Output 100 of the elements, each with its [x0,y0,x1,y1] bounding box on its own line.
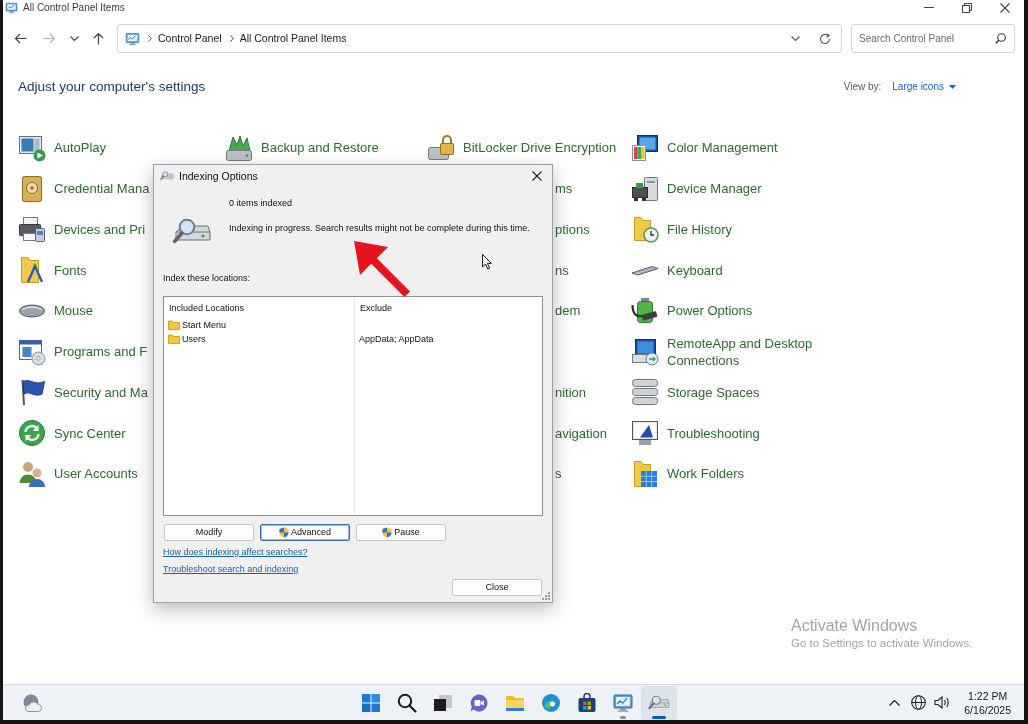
applet-link[interactable]: Device Manager [631,174,762,203]
backup-drive-icon [225,133,253,162]
folder-clock-icon [631,215,659,244]
close-icon [532,171,542,181]
minimize-icon [924,7,934,8]
applet-link[interactable]: Work Folders [631,459,745,488]
monitor-chart-icon [613,692,633,713]
monitor-chart-icon [5,1,18,14]
page-heading: Adjust your computer's settings [18,78,206,96]
applet-link[interactable]: RemoteApp and Desktop Connections [631,334,827,369]
activation-message: Go to Settings to activate Windows. [791,635,973,651]
locations-label: Index these locations: [163,272,251,284]
monitor-icon [631,419,659,448]
applet-link[interactable]: Programs and F [18,337,148,366]
keyboard-icon [631,264,659,276]
dialog-button[interactable]: Modify [164,524,254,541]
drive-magnifier-icon [172,218,212,246]
applet-link[interactable]: Credential Mana [18,174,150,203]
applet-link[interactable]: dem [555,302,581,320]
applet-link[interactable]: Power Options [631,296,753,325]
weather-icon [22,692,42,713]
column-header: Exclude [360,303,393,313]
dialog-button[interactable]: Pause [356,524,446,541]
drive-lock-icon [427,133,455,162]
chevron-down-icon [69,36,79,41]
clock-time[interactable]: 1:22 PM [964,688,1011,703]
globe-icon [910,695,926,710]
index-status-text: 0 items indexed [229,197,294,209]
applet-link[interactable]: Color Management [631,133,778,162]
arrow-up-icon [92,32,104,45]
view-by-label: View by: [843,80,882,94]
caret-down-icon [949,85,956,89]
folder-icon [168,334,180,344]
applet-link[interactable]: BitLocker Drive Encryption [427,133,617,162]
search-field[interactable]: Search Control Panel [851,24,1015,53]
monitor-play-icon [18,133,46,162]
drive-magnifier-icon [160,171,174,181]
mouse-pointer-icon [482,254,492,270]
breadcrumb-link[interactable]: All Control Panel Items [239,31,347,46]
excluded-folders: AppData; AppData [359,333,434,345]
applet-link[interactable]: nition [555,383,587,401]
dialog-button[interactable]: Advanced [260,524,350,541]
refresh-icon [819,32,831,45]
applet-link[interactable]: Devices and Pri [18,215,146,244]
locations-list[interactable]: Included Locations Start Menu Users Exclude AppData; AppData [163,296,543,516]
applet-link[interactable]: User Accounts [18,459,138,488]
help-link[interactable]: Troubleshoot search and indexing [163,563,299,575]
applet-link[interactable]: AutoPlay [18,133,107,162]
search-icon [995,33,1006,44]
close-dialog-button[interactable]: Close [452,579,542,596]
close-icon [1000,2,1010,13]
applet-link[interactable]: Mouse [18,302,94,320]
applet-link[interactable]: Backup and Restore [225,133,379,162]
window-disc-icon [18,337,46,366]
location-name[interactable]: Start Menu [182,319,227,331]
browser-icon [541,692,561,713]
remote-monitor-icon [631,337,659,366]
indexing-message: Indexing in progress. Search results might not be complete during this time. [229,222,531,234]
chevron-down-icon [790,36,800,41]
chevron-right-icon [229,35,234,42]
search-icon [397,692,417,713]
applet-link[interactable]: s [555,465,562,483]
applet-link[interactable]: ms [555,180,573,198]
chevron-right-icon [148,35,152,42]
arrow-left-icon [13,33,27,44]
chat-icon [469,692,489,713]
arrow-right-icon [42,33,56,44]
location-name[interactable]: Users [182,333,206,345]
clock-date[interactable]: 6/16/2025 [964,702,1011,717]
folder-grid-icon [631,459,659,488]
monitor-swatch-icon [631,133,659,162]
address-bar[interactable]: Control Panel All Control Panel Items [117,24,842,53]
store-bag-icon [577,692,597,713]
breadcrumb-link[interactable]: Control Panel [158,31,222,46]
view-mode-dropdown[interactable]: Large icons [892,80,956,94]
applet-link[interactable]: File History [631,215,732,244]
speaker-icon [934,696,951,709]
task-view-icon [433,692,453,713]
activation-title: Activate Windows [791,615,919,635]
applet-link[interactable]: ns [555,261,569,279]
restore-icon [962,2,972,13]
start-icon [361,692,381,713]
window-title: All Control Panel Items [23,1,125,14]
chevron-up-icon [888,699,900,706]
applet-link[interactable]: Security and Ma [18,378,148,407]
applet-link[interactable]: avigation [555,424,608,442]
printer-icon [18,215,46,244]
users-icon [18,459,46,488]
applet-link[interactable]: Keyboard [631,261,723,279]
applet-link[interactable]: Storage Spaces [631,378,760,407]
applet-link[interactable]: Sync Center [18,419,126,448]
applet-link[interactable]: ptions [555,220,590,238]
folder-icon [18,256,46,285]
help-link[interactable]: How does indexing affect searches? [163,546,308,558]
folder-icon [168,320,180,330]
computer-tower-icon [631,174,659,203]
battery-plug-icon [631,296,659,325]
applet-link[interactable]: Fonts [18,256,87,285]
applet-link[interactable]: Troubleshooting [631,419,760,448]
resize-grip-icon [542,592,550,600]
